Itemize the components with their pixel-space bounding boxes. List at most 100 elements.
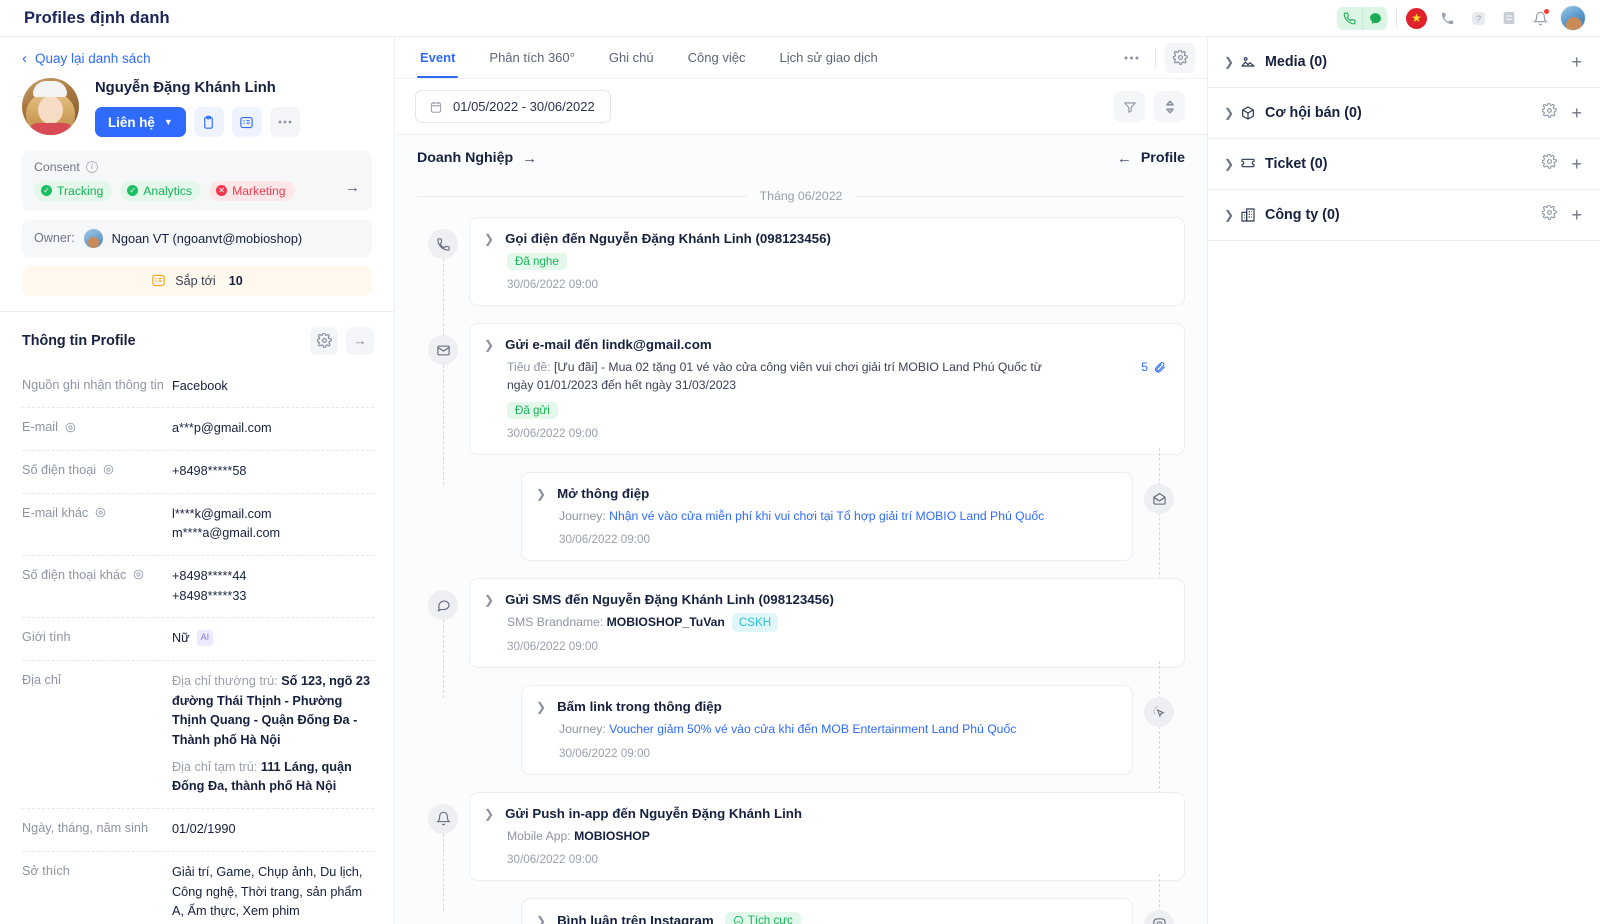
help-icon[interactable]: ?: [1467, 7, 1489, 29]
add-icon[interactable]: +: [1571, 104, 1582, 122]
chevron-right-icon[interactable]: ❯: [1224, 55, 1240, 69]
sort-icon[interactable]: [1154, 91, 1185, 122]
field-value: Nữ: [172, 631, 190, 646]
event-journey-link[interactable]: Nhận vé vào cửa miễn phí khi vui chơi tạ…: [609, 509, 1044, 523]
breadcrumb-profile[interactable]: ← Profile: [1117, 150, 1185, 167]
field-value: +8498*****58: [172, 463, 247, 478]
eye-icon[interactable]: [64, 421, 77, 434]
tab-event[interactable]: Event: [403, 37, 472, 78]
field-label: Sở thích: [22, 863, 70, 878]
info-icon[interactable]: i: [85, 161, 98, 173]
consent-arrow-icon[interactable]: →: [345, 179, 360, 196]
timeline-item: ❯ Gọi điện đến Nguyễn Đặng Khánh Linh (0…: [417, 217, 1185, 336]
profile-avatar[interactable]: [22, 78, 79, 135]
breadcrumb-enterprise[interactable]: Doanh Nghiệp →: [417, 150, 537, 167]
profile-header: Nguyễn Đặng Khánh Linh Liên hệ ▼: [0, 76, 394, 151]
more-options-button[interactable]: [269, 107, 300, 137]
consent-chips: ✓ Tracking ✓ Analytics ✕ Marketing: [34, 181, 360, 201]
call-message-icon[interactable]: [1362, 6, 1387, 30]
tabs-more-icon[interactable]: [1116, 43, 1146, 73]
notification-dot: [1543, 8, 1550, 15]
panel-section-label: Cơ hội bán (0): [1265, 105, 1362, 121]
phone-icon[interactable]: [1436, 7, 1458, 29]
flag-vietnam-icon[interactable]: ★: [1406, 7, 1427, 29]
temporary-address-label: Địa chỉ tạm trú:: [172, 759, 258, 774]
event-card-sms[interactable]: ❯ Gửi SMS đến Nguyễn Đặng Khánh Linh (09…: [469, 577, 1185, 669]
chevron-right-icon[interactable]: ❯: [484, 232, 494, 245]
event-time: 30/06/2022 09:00: [507, 278, 598, 291]
call-incoming-icon[interactable]: [1337, 6, 1362, 30]
consent-card: Consent i ✓ Tracking ✓ Analytics ✕ Marke…: [22, 151, 372, 211]
filter-bar: 01/05/2022 - 30/06/2022: [395, 79, 1207, 135]
consent-chip-label: Tracking: [57, 183, 104, 198]
chevron-right-icon[interactable]: ❯: [536, 487, 546, 500]
event-subtitle: Journey: Nhận vé vào cửa miễn phí khi vu…: [559, 507, 1099, 525]
event-card-email[interactable]: ❯ Gửi e-mail đến lindk@gmail.com Tiêu đề…: [469, 323, 1185, 455]
tab-transaction-history[interactable]: Lịch sử giao dịch: [762, 37, 894, 78]
chevron-right-icon[interactable]: ❯: [1224, 106, 1240, 120]
back-to-list-link[interactable]: ‹ Quay lại danh sách: [0, 37, 394, 76]
event-subtitle: Journey: Voucher giảm 50% vé vào cửa khi…: [559, 720, 1099, 738]
eye-icon[interactable]: [132, 568, 145, 581]
field-label: E-mail: [22, 420, 58, 435]
event-card-push[interactable]: ❯ Gửi Push in-app đến Nguyễn Đặng Khánh …: [469, 791, 1185, 881]
event-time: 30/06/2022 09:00: [559, 746, 650, 760]
panel-section-company[interactable]: ❯ Công ty (0) +: [1208, 190, 1600, 241]
chevron-right-icon[interactable]: ❯: [484, 807, 494, 820]
field-label: Giới tính: [22, 630, 71, 645]
date-range-picker[interactable]: 01/05/2022 - 30/06/2022: [415, 90, 611, 123]
field-value: +8498*****44 +8498*****33: [172, 568, 247, 603]
expand-profile-button[interactable]: →: [346, 326, 374, 355]
user-avatar[interactable]: [1560, 5, 1586, 31]
event-card-click-link[interactable]: ❯ Bấm link trong thông điệp Journey: Vou…: [521, 685, 1133, 775]
clipboard-button[interactable]: [193, 107, 224, 137]
contact-button[interactable]: Liên hệ ▼: [95, 107, 186, 137]
form-button[interactable]: [231, 107, 262, 137]
panel-section-media[interactable]: ❯ Media (0) +: [1208, 37, 1600, 88]
add-icon[interactable]: +: [1571, 155, 1582, 173]
filter-icon[interactable]: [1114, 91, 1145, 122]
close-icon: ✕: [216, 185, 228, 196]
upcoming-banner[interactable]: Sắp tới 10: [22, 265, 372, 296]
add-icon[interactable]: +: [1571, 206, 1582, 224]
chevron-right-icon[interactable]: ❯: [1224, 208, 1240, 222]
call-buttons-group[interactable]: [1337, 6, 1387, 30]
event-journey-link[interactable]: Voucher giảm 50% vé vào cửa khi đến MOB …: [609, 722, 1016, 736]
apps-icon[interactable]: [1498, 7, 1520, 29]
gear-icon[interactable]: [1165, 42, 1195, 73]
date-range-value: 01/05/2022 - 30/06/2022: [453, 99, 595, 114]
panel-section-ticket[interactable]: ❯ Ticket (0) +: [1208, 139, 1600, 190]
add-icon[interactable]: +: [1571, 53, 1582, 71]
consent-chip-marketing[interactable]: ✕ Marketing: [209, 181, 295, 201]
event-card-open-message[interactable]: ❯ Mở thông điệp Journey: Nhận vé vào cửa…: [521, 471, 1133, 561]
event-title: Mở thông điệp: [557, 485, 650, 501]
attachment-indicator[interactable]: 5: [1141, 360, 1166, 374]
panel-section-sales-opportunity[interactable]: ❯ Cơ hội bán (0) +: [1208, 88, 1600, 139]
consent-chip-analytics[interactable]: ✓ Analytics: [120, 181, 202, 201]
ai-badge: AI: [196, 630, 214, 647]
chevron-right-icon[interactable]: ❯: [484, 593, 494, 606]
gear-icon[interactable]: [1542, 102, 1558, 123]
timeline-rail-right: [1133, 661, 1185, 809]
chevron-right-icon[interactable]: ❯: [536, 914, 546, 924]
bell-icon[interactable]: [1529, 7, 1551, 29]
field-value: Giải trí, Game, Chụp ảnh, Du lịch, Công …: [172, 864, 363, 919]
eye-icon[interactable]: [102, 463, 115, 476]
event-card-instagram-comment[interactable]: ❯ Bình luận trên Instagram Tích cực Inst…: [521, 897, 1133, 924]
profile-name: Nguyễn Đặng Khánh Linh: [95, 80, 276, 96]
chevron-right-icon[interactable]: ❯: [536, 700, 546, 713]
gear-icon[interactable]: [1542, 153, 1558, 174]
event-title: Gửi e-mail đến lindk@gmail.com: [505, 337, 712, 352]
sentiment-badge: Tích cực: [724, 911, 801, 924]
chevron-right-icon[interactable]: ❯: [484, 338, 494, 351]
tab-tasks[interactable]: Công việc: [671, 37, 763, 78]
chevron-right-icon[interactable]: ❯: [1224, 157, 1240, 171]
consent-chip-tracking[interactable]: ✓ Tracking: [34, 181, 113, 201]
gear-icon[interactable]: [310, 326, 338, 355]
tab-notes[interactable]: Ghi chú: [592, 37, 671, 78]
gear-icon[interactable]: [1542, 204, 1558, 225]
eye-icon[interactable]: [94, 506, 107, 519]
event-card-call[interactable]: ❯ Gọi điện đến Nguyễn Đặng Khánh Linh (0…: [469, 217, 1185, 306]
tab-analysis-360[interactable]: Phân tích 360°: [472, 37, 591, 78]
consent-chip-label: Analytics: [143, 183, 193, 198]
